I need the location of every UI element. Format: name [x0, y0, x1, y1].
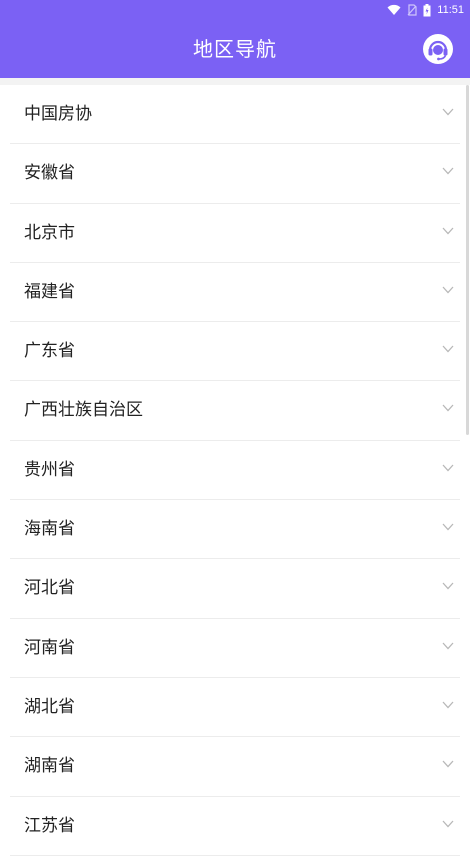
region-label: 河南省: [24, 637, 75, 658]
region-item[interactable]: 贵州省: [10, 441, 460, 501]
region-label: 江苏省: [24, 815, 75, 836]
region-item[interactable]: 湖南省: [10, 737, 460, 797]
region-label: 北京市: [24, 222, 75, 243]
battery-icon: [423, 3, 431, 16]
chevron-down-icon: [442, 108, 454, 116]
chevron-down-icon: [442, 523, 454, 531]
headset-icon[interactable]: [422, 33, 454, 65]
region-label: 海南省: [24, 519, 75, 540]
no-sim-icon: [407, 4, 417, 16]
chevron-down-icon: [442, 760, 454, 768]
chevron-down-icon: [442, 820, 454, 828]
region-item[interactable]: 海南省: [10, 500, 460, 560]
chevron-down-icon: [442, 701, 454, 709]
region-item[interactable]: 广西壮族自治区: [10, 381, 460, 441]
region-item[interactable]: 广东省: [10, 322, 460, 382]
region-item[interactable]: 中国房协: [10, 85, 460, 145]
status-bar: 11:51: [0, 0, 470, 20]
region-item[interactable]: 河北省: [10, 559, 460, 619]
clock: 11:51: [437, 4, 464, 16]
chevron-down-icon: [442, 167, 454, 175]
region-item[interactable]: 安徽省: [10, 144, 460, 204]
region-list: 中国房协 安徽省 北京市 福建省 广东省 广西壮族自治区 贵州省 海南省 河北省…: [0, 85, 470, 856]
chevron-down-icon: [442, 582, 454, 590]
region-item[interactable]: 河南省: [10, 619, 460, 678]
chevron-down-icon: [442, 345, 454, 353]
page-title: 地区导航: [193, 37, 277, 61]
region-item[interactable]: 湖北省: [10, 678, 460, 738]
chevron-down-icon: [442, 286, 454, 294]
region-label: 广西壮族自治区: [24, 400, 143, 421]
region-label: 河北省: [24, 578, 75, 599]
region-label: 中国房协: [24, 104, 92, 124]
app-bar: 地区导航: [0, 20, 470, 78]
region-label: 湖北省: [24, 696, 75, 717]
region-label: 福建省: [24, 281, 75, 302]
region-item[interactable]: 北京市: [10, 204, 460, 263]
chevron-down-icon: [442, 227, 454, 235]
wifi-icon: [387, 4, 401, 15]
region-item[interactable]: 江苏省: [10, 797, 460, 856]
region-label: 安徽省: [24, 163, 75, 184]
header-divider: [0, 78, 470, 85]
status-icons: 11:51: [387, 2, 464, 18]
region-label: 湖南省: [24, 756, 75, 777]
region-item[interactable]: 福建省: [10, 263, 460, 323]
scrollbar[interactable]: [466, 85, 469, 435]
region-label: 贵州省: [24, 459, 75, 480]
chevron-down-icon: [442, 405, 454, 412]
chevron-down-icon: [442, 642, 454, 650]
region-label: 广东省: [24, 341, 75, 362]
chevron-down-icon: [442, 464, 454, 472]
